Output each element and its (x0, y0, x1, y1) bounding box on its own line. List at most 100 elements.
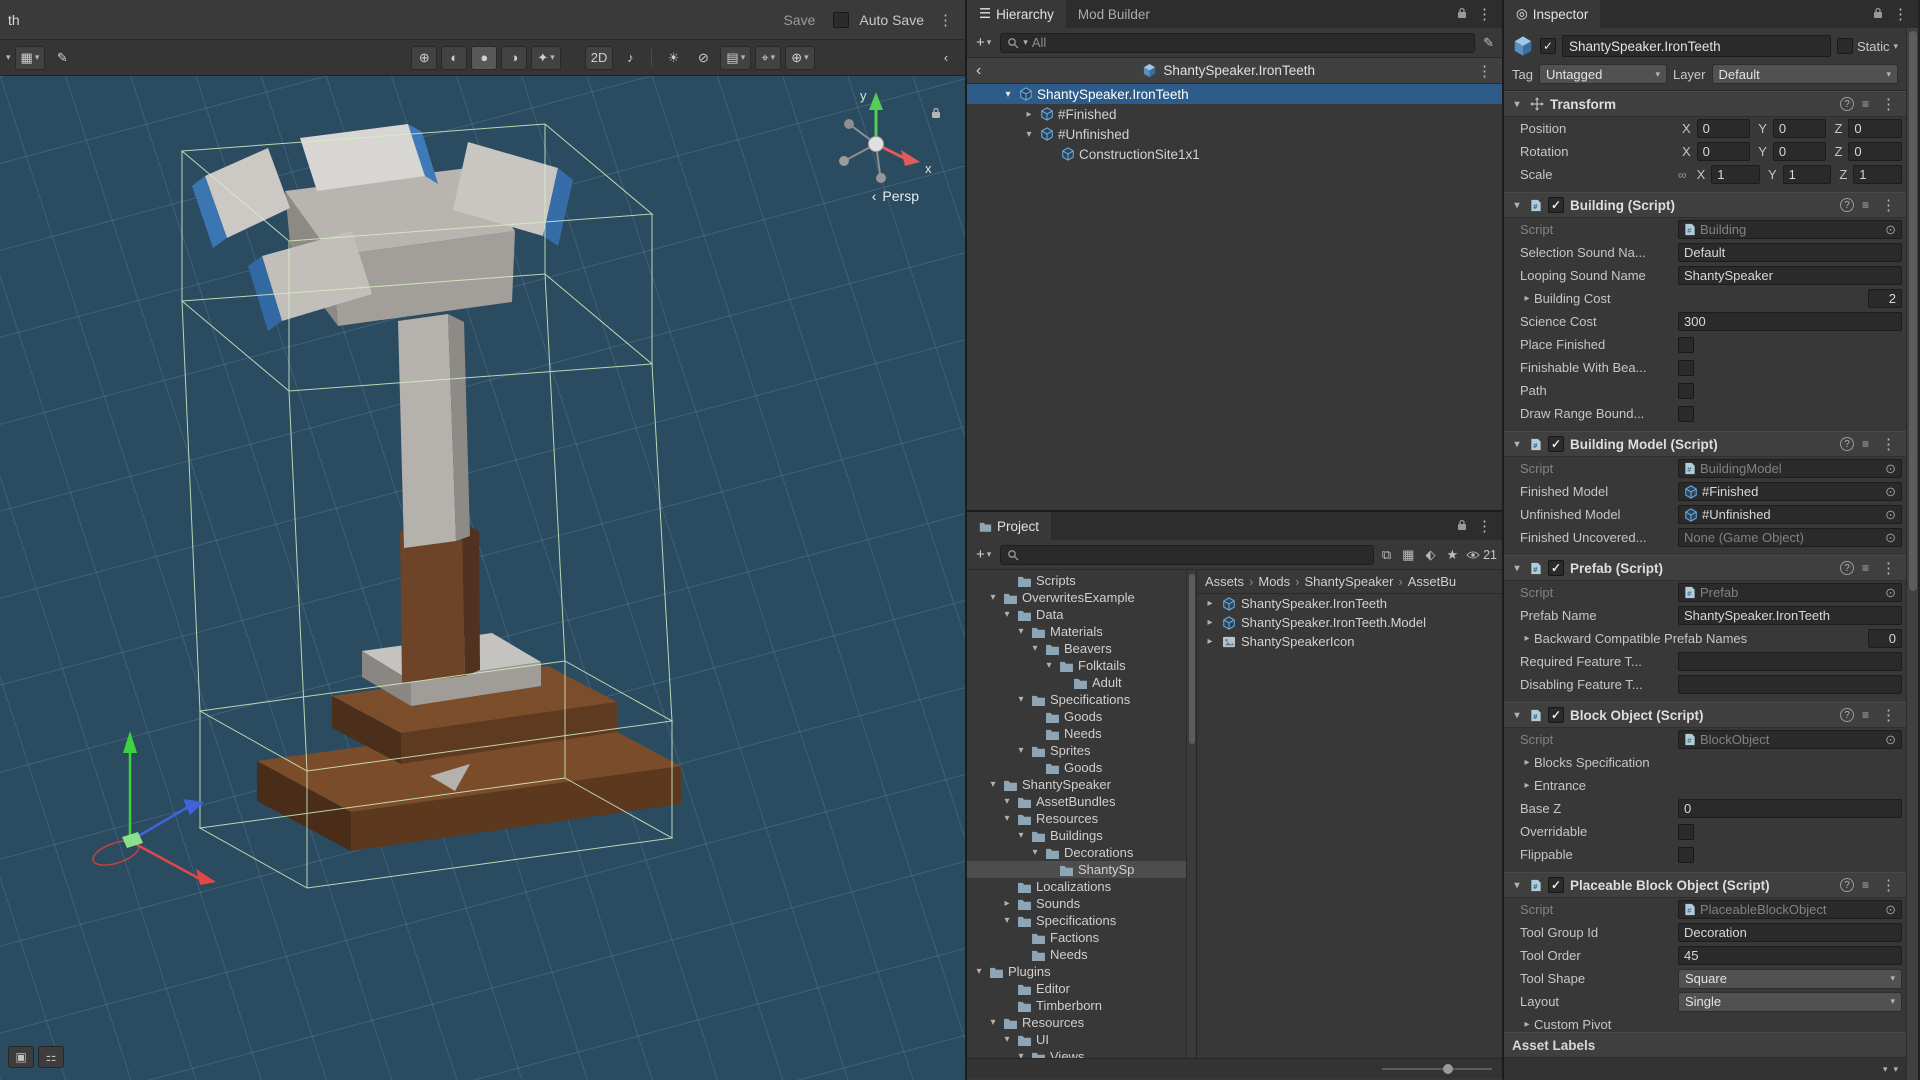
2d-toggle-button[interactable]: 2D (585, 46, 614, 70)
gizmos-dropdown[interactable]: ⊕ ▾ (785, 46, 814, 70)
favorites-icon[interactable]: ★ (1443, 547, 1461, 563)
project-folder-item[interactable]: Needs (967, 946, 1186, 963)
project-folder-item[interactable]: Localizations (967, 878, 1186, 895)
component-enable-checkbox[interactable] (1548, 877, 1564, 893)
project-folder-item[interactable]: Scripts (967, 572, 1186, 589)
position-y-field[interactable]: 0 (1773, 119, 1827, 138)
search-filter-dropdown-icon[interactable]: ▾ (1023, 37, 1028, 48)
project-folder-item[interactable]: ▾Specifications (967, 691, 1186, 708)
project-file-item[interactable]: ▸ShantySpeaker.IronTeeth (1197, 594, 1502, 613)
foldout-arrow-icon[interactable]: ▾ (987, 779, 999, 790)
foldout-arrow-icon[interactable]: ▾ (1015, 745, 1027, 756)
tab-project[interactable]: Project (967, 512, 1051, 540)
property-checkbox[interactable] (1678, 847, 1694, 863)
lock-icon[interactable] (1457, 518, 1467, 534)
project-folder-item[interactable]: ▾Sprites (967, 742, 1186, 759)
foldout-arrow-icon[interactable]: ▸ (1203, 617, 1217, 628)
breadcrumb-item[interactable]: AssetBu (1408, 574, 1456, 589)
foldout-arrow-icon[interactable]: ▾ (1510, 99, 1524, 110)
project-folder-item[interactable]: ▾Decorations (967, 844, 1186, 861)
effects-dropdown[interactable]: ✦ ▾ (531, 46, 560, 70)
foldout-arrow-icon[interactable]: ▾ (1029, 847, 1041, 858)
perspective-mode-label[interactable]: ‹ Persp (872, 188, 919, 204)
project-folder-item[interactable]: ▾Folktails (967, 657, 1186, 674)
presets-icon[interactable]: ≡ (1862, 97, 1869, 111)
kebab-menu-icon[interactable]: ⋮ (1877, 706, 1900, 724)
asset-labels-header[interactable]: Asset Labels (1504, 1032, 1906, 1058)
script-object-field[interactable]: #BuildingModel⊙ (1678, 459, 1902, 478)
foldout-label[interactable]: Entrance (1534, 778, 1902, 793)
project-folder-item[interactable]: Needs (967, 725, 1186, 742)
component-enable-checkbox[interactable] (1548, 197, 1564, 213)
gameobject-name-field[interactable] (1562, 35, 1831, 57)
project-folder-item[interactable]: ▸Sounds (967, 895, 1186, 912)
component-enable-checkbox[interactable] (1548, 436, 1564, 452)
static-checkbox[interactable] (1837, 38, 1853, 54)
add-object-button[interactable]: + ▾ (972, 32, 995, 53)
tab-hierarchy[interactable]: ☰ Hierarchy (967, 0, 1066, 28)
back-arrow-icon[interactable]: ‹ (973, 62, 984, 80)
component-enable-checkbox[interactable] (1548, 707, 1564, 723)
object-picker-icon[interactable]: ⊙ (1885, 732, 1896, 748)
tab-mod-builder[interactable]: Mod Builder (1066, 0, 1162, 28)
object-picker-icon[interactable]: ⊙ (1885, 902, 1896, 918)
text-field[interactable]: Default (1678, 243, 1902, 262)
count-field[interactable]: 0 (1868, 629, 1902, 648)
foldout-arrow-icon[interactable]: ▸ (1022, 109, 1036, 120)
project-folder-item[interactable]: ▾UI (967, 1031, 1186, 1048)
script-object-field[interactable]: #BlockObject⊙ (1678, 730, 1902, 749)
gizmo-lock-icon[interactable] (931, 106, 941, 122)
script-object-field[interactable]: #PlaceableBlockObject⊙ (1678, 900, 1902, 919)
autosave-checkbox[interactable] (833, 12, 849, 28)
shading-lit-button[interactable]: ● (471, 46, 497, 70)
project-folder-item[interactable]: ▾Materials (967, 623, 1186, 640)
open-in-window-icon[interactable]: ⧉ (1379, 547, 1394, 563)
property-checkbox[interactable] (1678, 824, 1694, 840)
foldout-arrow-icon[interactable]: ▾ (1001, 813, 1013, 824)
project-folder-item[interactable]: ▾Resources (967, 1014, 1186, 1031)
property-dropdown[interactable]: Square▾ (1678, 969, 1902, 989)
presets-icon[interactable]: ≡ (1862, 878, 1869, 892)
picking-toggle-icon[interactable]: ✎ (1480, 35, 1497, 51)
presets-icon[interactable]: ≡ (1862, 198, 1869, 212)
static-dropdown-icon[interactable]: ▾ (1893, 41, 1898, 52)
component-header[interactable]: ▾#Building (Script)?≡⋮ (1504, 192, 1906, 218)
project-folder-item[interactable]: Goods (967, 708, 1186, 725)
presets-icon[interactable]: ≡ (1862, 708, 1869, 722)
foldout-label[interactable]: Blocks Specification (1534, 755, 1902, 770)
component-header[interactable]: ▾#Prefab (Script)?≡⋮ (1504, 555, 1906, 581)
object-field[interactable]: #Finished⊙ (1678, 482, 1902, 501)
kebab-menu-icon[interactable]: ⋮ (1473, 517, 1496, 535)
breadcrumb-item[interactable]: ShantySpeaker (1305, 574, 1394, 589)
kebab-menu-icon[interactable]: ⋮ (1877, 876, 1900, 894)
asset-store-icon[interactable]: ▦ (1399, 547, 1417, 563)
breadcrumb-item[interactable]: Mods (1258, 574, 1290, 589)
foldout-arrow-icon[interactable]: ▾ (1001, 1034, 1013, 1045)
foldout-arrow-icon[interactable]: ▾ (1015, 694, 1027, 705)
project-folder-item[interactable]: ▾Resources (967, 810, 1186, 827)
project-search-input[interactable] (1000, 545, 1374, 565)
rotation-z-field[interactable]: 0 (1848, 142, 1902, 161)
project-folder-item[interactable]: Factions (967, 929, 1186, 946)
component-header[interactable]: ▾#Placeable Block Object (Script)?≡⋮ (1504, 872, 1906, 898)
component-header[interactable]: ▾#Building Model (Script)?≡⋮ (1504, 431, 1906, 457)
text-field[interactable]: 45 (1678, 946, 1902, 965)
text-field[interactable]: 0 (1678, 799, 1902, 818)
object-field[interactable]: #Unfinished⊙ (1678, 505, 1902, 524)
audio-toggle-button[interactable]: ♪ (617, 46, 643, 70)
object-field[interactable]: None (Game Object)⊙ (1678, 528, 1902, 547)
property-checkbox[interactable] (1678, 360, 1694, 376)
project-folder-item[interactable]: ShantySp (967, 861, 1186, 878)
foldout-arrow-icon[interactable]: ▾ (1029, 643, 1041, 654)
project-folder-item[interactable]: Adult (967, 674, 1186, 691)
project-folder-item[interactable]: ▾AssetBundles (967, 793, 1186, 810)
object-picker-icon[interactable]: ⊙ (1885, 507, 1896, 523)
breadcrumb-item[interactable]: Assets (1205, 574, 1244, 589)
object-picker-icon[interactable]: ⊙ (1885, 484, 1896, 500)
help-icon[interactable]: ? (1840, 561, 1854, 575)
text-field[interactable] (1678, 652, 1902, 671)
chevron-down-icon[interactable]: ▾ (6, 52, 11, 63)
thumbnail-zoom-slider[interactable] (1382, 1068, 1492, 1070)
hierarchy-search-input[interactable]: ▾ All (1000, 33, 1475, 53)
foldout-arrow-icon[interactable]: ▾ (1001, 915, 1013, 926)
